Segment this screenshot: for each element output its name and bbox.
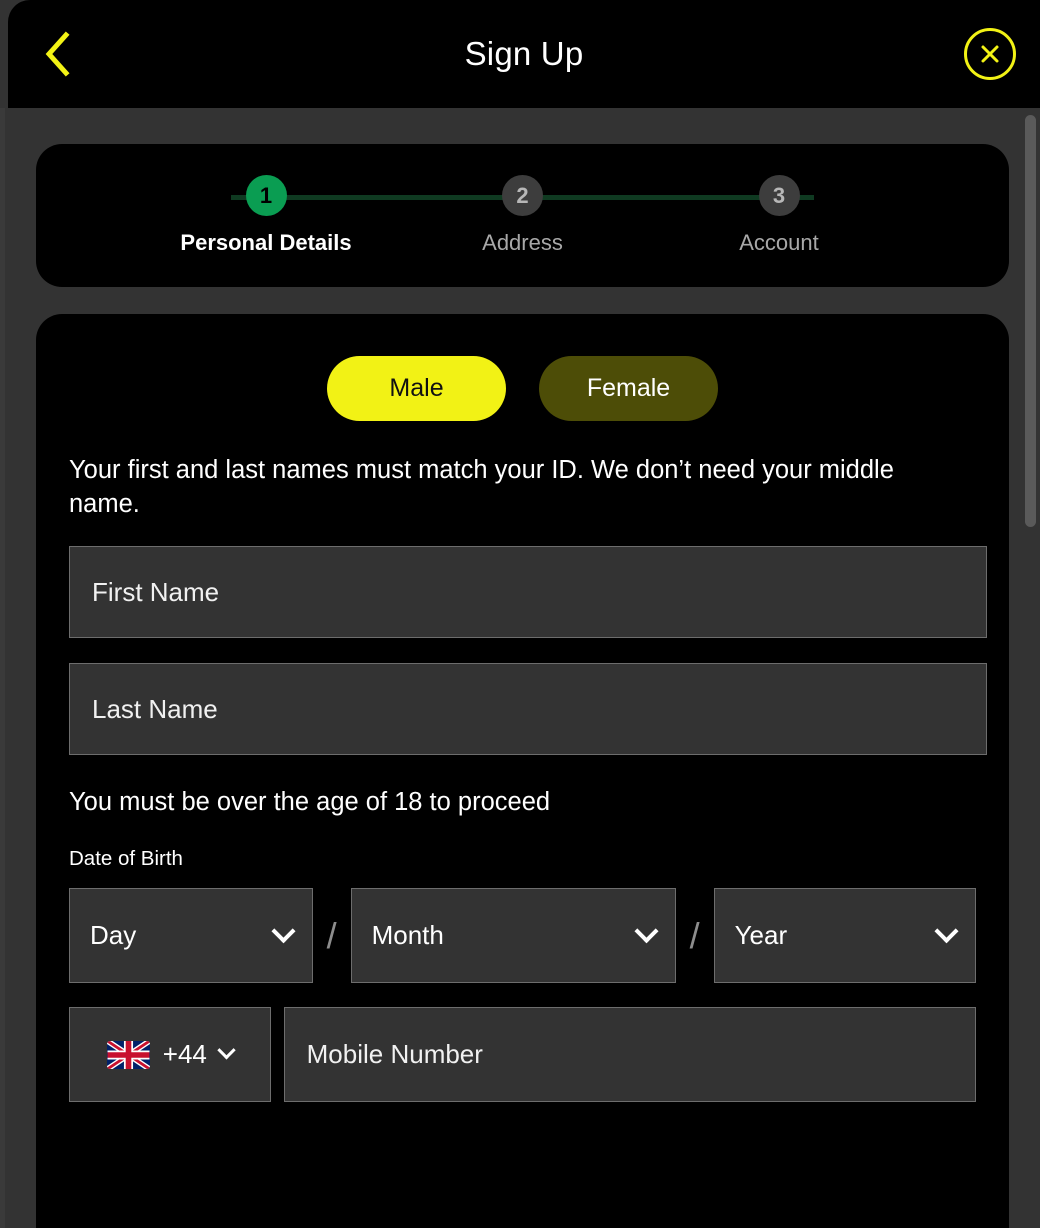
step-label: Account (739, 230, 819, 255)
last-name-input[interactable] (69, 663, 987, 756)
uk-flag-icon (106, 1040, 150, 1069)
gender-option-female[interactable]: Female (539, 356, 718, 421)
progress-stepper: 1 Personal Details 2 Address 3 Account (36, 144, 1009, 287)
dob-separator-1: / (326, 914, 337, 956)
stepper-step-account[interactable]: 3 Account (689, 175, 869, 256)
scrollable-content: 1 Personal Details 2 Address 3 Account M… (5, 108, 1040, 1228)
dial-code-value: +44 (162, 1039, 207, 1070)
stepper-step-address[interactable]: 2 Address (433, 175, 613, 256)
close-button[interactable] (964, 28, 1016, 80)
close-icon (981, 45, 999, 63)
chevron-down-icon (217, 1041, 236, 1060)
step-number-badge: 3 (758, 175, 800, 216)
gender-option-male[interactable]: Male (327, 356, 506, 421)
dob-year-select[interactable]: Year (713, 888, 976, 984)
step-number-badge: 1 (245, 175, 287, 216)
country-code-select[interactable]: +44 (69, 1007, 271, 1103)
scrollbar-thumb[interactable] (1025, 115, 1036, 527)
step-label: Personal Details (180, 230, 352, 255)
dob-separator-2: / (689, 914, 700, 956)
chevron-down-icon (271, 919, 296, 944)
modal-header: Sign Up (8, 0, 1040, 108)
date-of-birth-row: Day / Month / Year (69, 888, 976, 984)
signup-screen: Sign Up 1 Personal Details 2 Address 3 A… (0, 0, 1040, 1228)
date-of-birth-label: Date of Birth (69, 847, 183, 871)
vertical-scrollbar[interactable] (1025, 108, 1037, 1228)
chevron-left-icon (45, 31, 70, 77)
stepper-step-personal-details[interactable]: 1 Personal Details (176, 175, 356, 256)
gender-toggle-group: Male Female (69, 356, 976, 421)
age-requirement-note: You must be over the age of 18 to procee… (69, 788, 551, 817)
progress-stepper-card: 1 Personal Details 2 Address 3 Account (36, 144, 1009, 287)
dob-year-value: Year (734, 920, 788, 951)
chevron-down-icon (934, 919, 959, 944)
dob-month-value: Month (371, 920, 444, 951)
back-button[interactable] (34, 26, 80, 82)
step-number-badge: 2 (502, 175, 543, 216)
name-match-note: Your first and last names must match you… (69, 456, 894, 519)
page-title: Sign Up (464, 35, 584, 72)
first-name-input[interactable] (69, 546, 987, 639)
dob-day-select[interactable]: Day (69, 888, 313, 984)
chevron-down-icon (634, 919, 659, 944)
step-label: Address (482, 230, 563, 255)
dob-day-value: Day (90, 920, 137, 951)
mobile-number-row: +44 (69, 1007, 976, 1103)
personal-details-form-card: Male Female Your first and last names mu… (36, 314, 1009, 1228)
dob-month-select[interactable]: Month (350, 888, 676, 984)
mobile-number-input[interactable] (283, 1007, 976, 1103)
